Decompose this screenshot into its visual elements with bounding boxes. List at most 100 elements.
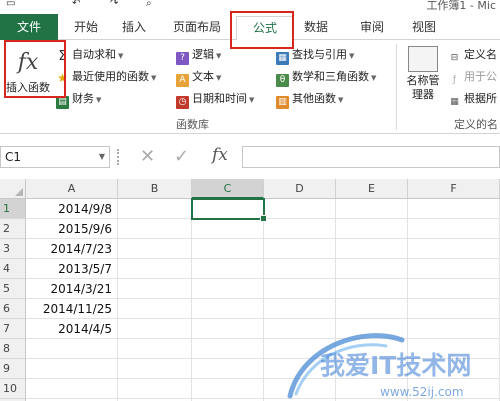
row-header-5[interactable]: 5 [0,279,26,299]
quick-access-redo-icon[interactable]: ↷ [110,0,118,9]
tab-file[interactable]: 文件 [0,14,58,40]
quick-access-save-icon[interactable]: ▭ [6,0,15,9]
cancel-icon[interactable]: ✕ [140,146,155,167]
datetime-button[interactable]: ◷ 日期和时间 ▼ [176,90,254,109]
create-from-selection-button[interactable]: ▦ 根据所 [448,90,497,108]
insert-function-fx-icon[interactable]: fx [212,145,228,165]
tab-home[interactable]: 开始 [66,16,106,38]
cell-b10[interactable] [118,379,192,399]
cell-a2[interactable]: 2015/9/6 [26,219,118,239]
define-name-button[interactable]: ⊟ 定义名 [448,46,497,64]
more-functions-button[interactable]: ▥ 其他函数 ▼ [276,90,343,109]
select-all-corner[interactable] [0,179,26,199]
chevron-down-icon: ▼ [349,52,355,60]
text-button[interactable]: A 文本 ▼ [176,68,221,87]
autosum-button[interactable]: Σ 自动求和 ▼ [56,46,123,64]
cell-b8[interactable] [118,339,192,359]
cell-a5[interactable]: 2014/3/21 [26,279,118,299]
recent-functions-button[interactable]: ★ 最近使用的函数 ▼ [56,68,156,86]
cell-d4[interactable] [264,259,336,279]
row-header-10[interactable]: 10 [0,379,26,399]
cell-b3[interactable] [118,239,192,259]
cell-c4[interactable] [192,259,264,279]
cell-f6[interactable] [408,299,500,319]
cell-f3[interactable] [408,239,500,259]
name-manager-button[interactable]: 名称管理器 [401,46,445,102]
tab-view[interactable]: 视图 [404,16,444,38]
cell-d1[interactable] [264,199,336,219]
logical-button[interactable]: ? 逻辑 ▼ [176,46,221,65]
cell-e6[interactable] [336,299,408,319]
row-header-3[interactable]: 3 [0,239,26,259]
active-cell-indicator[interactable] [191,198,267,222]
tab-review[interactable]: 审阅 [352,16,392,38]
formula-bar-grip[interactable] [117,149,121,165]
cell-e1[interactable] [336,199,408,219]
chevron-down-icon[interactable]: ▼ [99,147,105,167]
row-header-8[interactable]: 8 [0,339,26,359]
cell-b5[interactable] [118,279,192,299]
tab-insert[interactable]: 插入 [114,16,154,38]
cell-a10[interactable] [26,379,118,399]
cell-a7[interactable]: 2014/4/5 [26,319,118,339]
column-header-b[interactable]: B [118,179,192,199]
cell-b9[interactable] [118,359,192,379]
row-header-4[interactable]: 4 [0,259,26,279]
create-from-selection-label: 根据所 [464,92,497,105]
watermark-text: 我爱IT技术网 [320,351,471,380]
use-in-formula-button[interactable]: ƒ 用于公 [448,68,497,86]
quick-access-preview-icon[interactable]: ⌕ [146,0,152,9]
cell-e4[interactable] [336,259,408,279]
cell-b7[interactable] [118,319,192,339]
cell-c2[interactable] [192,219,264,239]
name-box[interactable]: C1 ▼ [0,146,110,168]
cell-e2[interactable] [336,219,408,239]
cell-c8[interactable] [192,339,264,359]
column-header-f[interactable]: F [408,179,500,199]
more-functions-label: 其他函数 [292,92,336,105]
column-header-d[interactable]: D [264,179,336,199]
cell-e3[interactable] [336,239,408,259]
cell-b4[interactable] [118,259,192,279]
cell-c10[interactable] [192,379,264,399]
cell-c5[interactable] [192,279,264,299]
cell-f2[interactable] [408,219,500,239]
cell-f5[interactable] [408,279,500,299]
cell-a6[interactable]: 2014/11/25 [26,299,118,319]
row-header-7[interactable]: 7 [0,319,26,339]
math-button[interactable]: θ 数学和三角函数 ▼ [276,68,376,87]
formula-input[interactable] [242,146,500,168]
row-header-6[interactable]: 6 [0,299,26,319]
cell-c3[interactable] [192,239,264,259]
column-header-c[interactable]: C [192,179,264,199]
cell-b2[interactable] [118,219,192,239]
cell-d5[interactable] [264,279,336,299]
cell-c7[interactable] [192,319,264,339]
cell-a8[interactable] [26,339,118,359]
row-header-9[interactable]: 9 [0,359,26,379]
cell-c9[interactable] [192,359,264,379]
row-header-1[interactable]: 1 [0,199,26,219]
tab-data[interactable]: 数据 [296,16,336,38]
cell-f4[interactable] [408,259,500,279]
cell-a9[interactable] [26,359,118,379]
cell-e5[interactable] [336,279,408,299]
row-header-2[interactable]: 2 [0,219,26,239]
quick-access-undo-icon[interactable]: ↶ [72,0,80,9]
cell-a4[interactable]: 2013/5/7 [26,259,118,279]
cell-d3[interactable] [264,239,336,259]
cell-c6[interactable] [192,299,264,319]
column-header-e[interactable]: E [336,179,408,199]
recent-functions-label: 最近使用的函数 [72,70,149,83]
confirm-icon[interactable]: ✓ [174,146,189,167]
cell-d6[interactable] [264,299,336,319]
cell-a3[interactable]: 2014/7/23 [26,239,118,259]
datetime-label: 日期和时间 [192,92,247,105]
column-header-a[interactable]: A [26,179,118,199]
tab-page-layout[interactable]: 页面布局 [164,16,230,38]
cell-d2[interactable] [264,219,336,239]
cell-a1[interactable]: 2014/9/8 [26,199,118,219]
cell-f1[interactable] [408,199,500,219]
cell-b1[interactable] [118,199,192,219]
cell-b6[interactable] [118,299,192,319]
